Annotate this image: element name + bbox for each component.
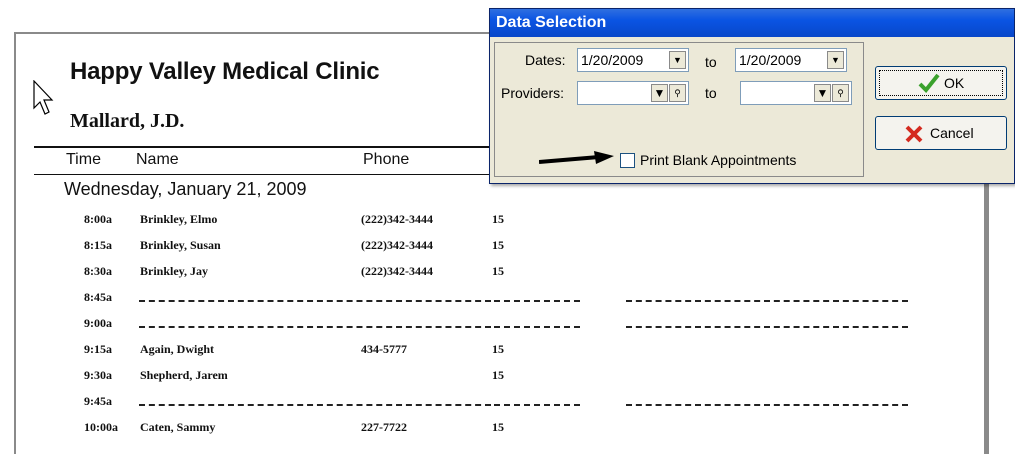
dropdown-icon[interactable]: ▼ [814, 84, 831, 102]
ok-label: OK [944, 75, 965, 91]
appointment-phone: 434-5777 [361, 342, 407, 356]
appointment-phone: (222)342-3444 [361, 212, 433, 226]
date-to-field[interactable]: 1/20/2009 ▼ [735, 48, 847, 72]
cancel-label: Cancel [930, 125, 974, 141]
appointment-phone: 227-7722 [361, 420, 407, 434]
report-title: Happy Valley Medical Clinic [70, 58, 380, 85]
blank-appointment-line [139, 300, 491, 302]
appointment-row: 8:00a Brinkley, Elmo (222)342-3444 15 [16, 206, 976, 232]
date-from-field[interactable]: 1/20/2009 ▼ [577, 48, 689, 72]
print-blank-checkbox[interactable] [620, 153, 635, 168]
appointment-name: Again, Dwight [140, 342, 215, 356]
appointment-time: 8:30a [84, 264, 112, 278]
blank-appointment-line [494, 326, 580, 328]
blank-appointment-line [626, 404, 908, 406]
appointment-row: 8:15a Brinkley, Susan (222)342-3444 15 [16, 232, 976, 258]
appointment-row: 10:00a Caten, Sammy 227-7722 15 [16, 414, 976, 440]
dropdown-icon[interactable]: ▼ [669, 51, 686, 69]
appointment-row: 8:45a [16, 284, 976, 310]
blank-appointment-line [626, 300, 908, 302]
dialog-title[interactable]: Data Selection [490, 9, 1014, 37]
appointment-phone: (222)342-3444 [361, 238, 433, 252]
appointment-row: 9:15a Again, Dwight 434-5777 15 [16, 336, 976, 362]
dropdown-icon[interactable]: ▼ [651, 84, 668, 102]
appointment-name: Brinkley, Elmo [140, 212, 218, 226]
blank-appointment-line [139, 326, 491, 328]
blank-appointment-line [494, 404, 580, 406]
checkmark-icon [918, 73, 940, 93]
appointment-length: 15 [492, 420, 504, 434]
ok-button[interactable]: OK [875, 66, 1007, 100]
blank-appointment-line [139, 404, 491, 406]
appointment-name: Shepherd, Jarem [140, 368, 228, 382]
appointment-length: 15 [492, 368, 504, 382]
provider-from-field[interactable]: ▼ ⚲ [577, 81, 689, 105]
appointment-length: 15 [492, 238, 504, 252]
appointment-row: 8:30a Brinkley, Jay (222)342-3444 15 [16, 258, 976, 284]
column-header-phone: Phone [363, 151, 410, 168]
date-to-value: 1/20/2009 [739, 52, 802, 68]
appointment-time: 9:45a [84, 394, 112, 408]
column-header-name: Name [136, 151, 179, 168]
blank-appointment-line [626, 326, 908, 328]
appointment-time: 8:15a [84, 238, 112, 252]
appointment-time: 8:00a [84, 212, 112, 226]
appointment-length: 15 [492, 342, 504, 356]
appointment-name: Caten, Sammy [140, 420, 216, 434]
arrow-icon [539, 151, 614, 164]
data-selection-dialog: Data Selection Dates: 1/20/2009 ▼ to 1/2… [489, 8, 1015, 184]
appointment-name: Brinkley, Susan [140, 238, 221, 252]
appointment-time: 9:00a [84, 316, 112, 330]
appointment-time: 10:00a [84, 420, 118, 434]
search-icon[interactable]: ⚲ [669, 84, 686, 102]
dropdown-icon[interactable]: ▼ [827, 51, 844, 69]
appointment-length: 15 [492, 264, 504, 278]
providers-to-label: to [705, 85, 717, 101]
appointment-length: 15 [492, 212, 504, 226]
cancel-button[interactable]: Cancel [875, 116, 1007, 150]
dates-label: Dates: [525, 52, 566, 68]
provider-to-field[interactable]: ▼ ⚲ [740, 81, 852, 105]
appointment-time: 9:15a [84, 342, 112, 356]
mouse-pointer-icon [33, 80, 54, 115]
print-blank-label[interactable]: Print Blank Appointments [640, 152, 796, 168]
appointment-phone: (222)342-3444 [361, 264, 433, 278]
column-header-time: Time [66, 151, 101, 168]
appointment-list: 8:00a Brinkley, Elmo (222)342-3444 15 8:15a B… [16, 206, 976, 440]
ok-focus-rect [879, 70, 1003, 96]
appointment-row: 9:00a [16, 310, 976, 336]
selection-panel: Dates: 1/20/2009 ▼ to 1/20/2009 ▼ Provid… [494, 42, 864, 177]
appointment-row: 9:45a [16, 388, 976, 414]
providers-label: Providers: [501, 85, 565, 101]
search-icon[interactable]: ⚲ [832, 84, 849, 102]
blank-appointment-line [494, 300, 580, 302]
appointment-row: 9:30a Shepherd, Jarem 15 [16, 362, 976, 388]
date-from-value: 1/20/2009 [581, 52, 644, 68]
x-icon [905, 125, 923, 143]
appointment-time: 9:30a [84, 368, 112, 382]
appointment-time: 8:45a [84, 290, 112, 304]
day-heading: Wednesday, January 21, 2009 [64, 179, 307, 199]
provider-name: Mallard, J.D. [70, 110, 185, 132]
dates-to-label: to [705, 54, 717, 70]
appointment-name: Brinkley, Jay [140, 264, 209, 278]
